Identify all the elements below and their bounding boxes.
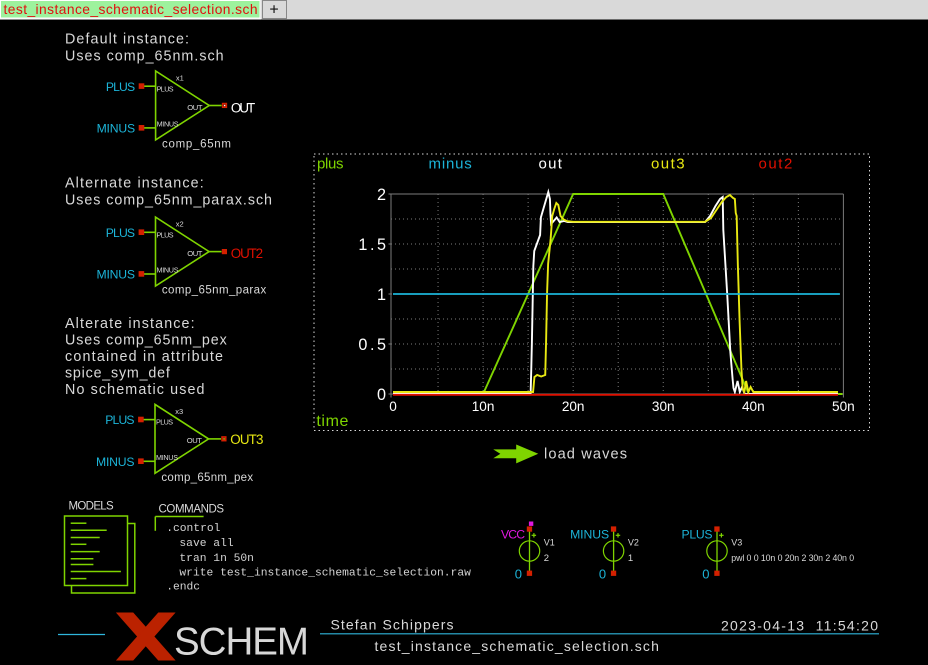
svg-text:out2: out2 (759, 156, 793, 173)
svg-text:comp_65nm: comp_65nm (162, 138, 231, 150)
svg-text:+: + (269, 2, 278, 19)
svg-text:out3: out3 (651, 156, 685, 173)
svg-text:No schematic used: No schematic used (65, 382, 205, 398)
svg-text:2: 2 (544, 553, 549, 564)
svg-text:PLUS: PLUS (156, 418, 173, 427)
svg-text:OUT: OUT (187, 249, 203, 258)
svg-text:MINUS: MINUS (157, 120, 179, 129)
svg-text:1: 1 (628, 553, 633, 564)
svg-text:.control: .control (166, 523, 220, 535)
svg-text:MINUS: MINUS (570, 527, 609, 541)
svg-text:MINUS: MINUS (96, 455, 135, 469)
svg-text:Default instance:: Default instance: (65, 32, 189, 48)
svg-text:comp_65nm_pex: comp_65nm_pex (161, 472, 253, 484)
svg-text:test_instance_schematic_select: test_instance_schematic_selection.sch (375, 638, 659, 654)
svg-text:x3: x3 (175, 407, 183, 416)
svg-text:comp_65nm_parax: comp_65nm_parax (162, 285, 267, 297)
svg-text:COMMANDS: COMMANDS (159, 504, 225, 516)
svg-text:PLUS: PLUS (106, 80, 135, 94)
svg-text:0: 0 (389, 399, 397, 414)
svg-text:minus: minus (429, 156, 472, 173)
svg-text:0.5: 0.5 (358, 336, 386, 354)
svg-text:Uses comp_65nm.sch: Uses comp_65nm.sch (65, 49, 224, 65)
svg-text:OUT2: OUT2 (231, 246, 263, 261)
svg-text:OUT3: OUT3 (230, 432, 263, 447)
svg-text:SCHEM: SCHEM (174, 621, 309, 664)
svg-text:0: 0 (515, 567, 522, 582)
svg-text:PLUS: PLUS (682, 527, 713, 541)
svg-text:1: 1 (377, 286, 386, 304)
svg-text:Stefan Schippers: Stefan Schippers (331, 616, 454, 632)
svg-text:Alternate instance:: Alternate instance: (65, 175, 204, 191)
svg-text:MINUS: MINUS (97, 122, 136, 136)
svg-text:0: 0 (702, 567, 709, 582)
svg-text:PLUS: PLUS (106, 226, 135, 240)
svg-text:Uses comp_65nm_parax.sch: Uses comp_65nm_parax.sch (65, 192, 272, 208)
svg-text:PLUS: PLUS (105, 413, 134, 427)
svg-text:OUT: OUT (187, 103, 203, 112)
svg-text:x2: x2 (176, 220, 184, 229)
svg-text:V2: V2 (628, 537, 639, 547)
svg-text:save all: save all (179, 538, 233, 550)
svg-text:50n: 50n (832, 399, 855, 414)
svg-text:20n: 20n (562, 399, 585, 414)
svg-text:V3: V3 (731, 537, 742, 547)
svg-text:OUT: OUT (187, 436, 203, 445)
svg-text:MINUS: MINUS (156, 453, 178, 462)
svg-text:load waves: load waves (544, 447, 627, 463)
svg-text:MINUS: MINUS (97, 268, 136, 282)
svg-text:contained in attribute: contained in attribute (65, 349, 223, 365)
svg-text:test_instance_schematic_select: test_instance_schematic_selection.sch (4, 2, 258, 17)
svg-text:40n: 40n (742, 399, 765, 414)
svg-text:MODELS: MODELS (69, 501, 115, 513)
svg-text:out: out (539, 156, 563, 173)
svg-text:30n: 30n (652, 399, 675, 414)
svg-text:write test_instance_schematic_: write test_instance_schematic_selection.… (179, 567, 471, 579)
svg-text:x1: x1 (176, 73, 184, 82)
svg-text:PLUS: PLUS (157, 230, 174, 239)
svg-text:1.5: 1.5 (358, 236, 386, 254)
svg-text:MINUS: MINUS (157, 266, 179, 275)
svg-text:Alterate instance:: Alterate instance: (65, 316, 195, 332)
svg-text:pwl 0 0 10n 0 20n 2 30n 2 40n: pwl 0 0 10n 0 20n 2 30n 2 40n 0 (731, 553, 854, 563)
svg-text:.endc: .endc (166, 581, 200, 593)
svg-text:plus: plus (317, 156, 344, 173)
svg-text:PLUS: PLUS (157, 84, 174, 93)
svg-text:VCC: VCC (501, 527, 525, 541)
svg-text:spice_sym_def: spice_sym_def (65, 366, 170, 382)
svg-text:Uses comp_65nm_pex: Uses comp_65nm_pex (65, 332, 227, 348)
svg-text:V1: V1 (544, 537, 555, 547)
svg-text:0: 0 (377, 386, 386, 404)
svg-text:OUT: OUT (231, 100, 255, 115)
svg-text:2023-04-13 11:54:20: 2023-04-13 11:54:20 (721, 617, 878, 633)
svg-text:tran 1n 50n: tran 1n 50n (179, 553, 254, 565)
svg-text:10n: 10n (472, 399, 495, 414)
svg-text:time: time (316, 413, 348, 430)
svg-text:0: 0 (599, 567, 606, 582)
svg-text:2: 2 (377, 186, 386, 204)
